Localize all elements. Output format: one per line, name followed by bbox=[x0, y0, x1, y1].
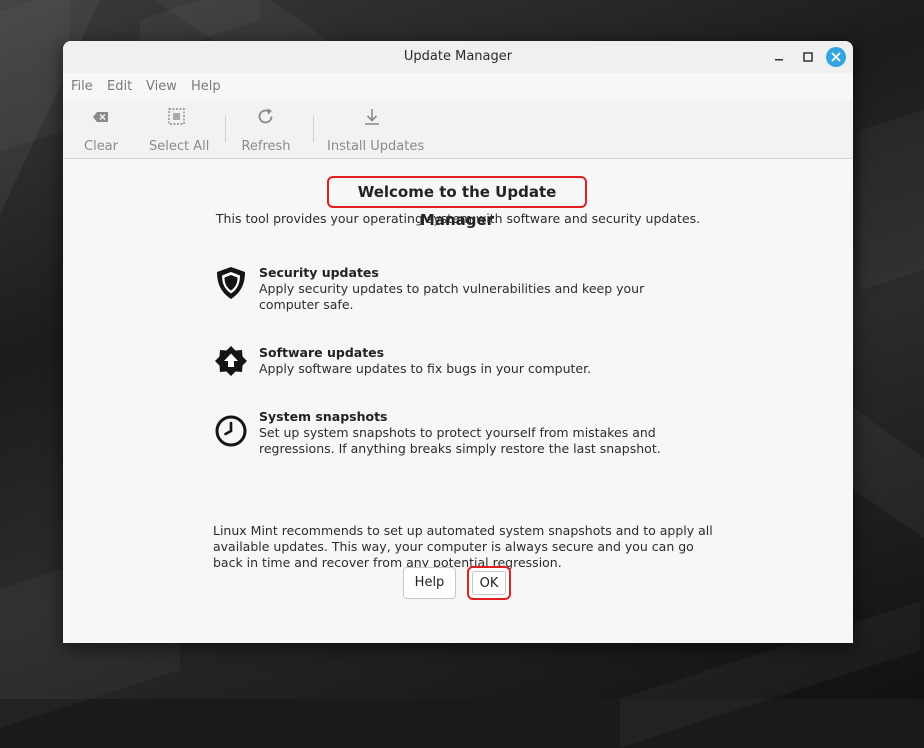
select-all-icon bbox=[168, 108, 185, 125]
clock-icon bbox=[215, 415, 247, 447]
recommendation-text: Linux Mint recommends to set up automate… bbox=[213, 523, 713, 570]
clear-button[interactable]: Clear bbox=[83, 107, 119, 154]
minimize-button[interactable] bbox=[770, 48, 788, 66]
feature-title: Security updates bbox=[259, 265, 379, 280]
feature-description: Apply security updates to patch vulnerab… bbox=[259, 281, 645, 312]
menu-bar: File Edit View Help bbox=[63, 77, 853, 97]
toolbar: Clear Select All Refresh Install Updates bbox=[63, 101, 853, 159]
menu-view[interactable]: View bbox=[146, 79, 177, 94]
install-updates-button[interactable]: Install Updates bbox=[327, 107, 425, 154]
feature-security: Security updates Apply security updates … bbox=[213, 265, 713, 313]
welcome-heading: Welcome to the Update Manager bbox=[327, 176, 587, 229]
refresh-button[interactable]: Refresh bbox=[241, 107, 291, 154]
feature-software: Software updates Apply software updates … bbox=[213, 345, 713, 385]
select-all-button[interactable]: Select All bbox=[149, 107, 210, 154]
menu-file[interactable]: File bbox=[71, 79, 93, 94]
maximize-button[interactable] bbox=[799, 48, 817, 66]
update-manager-window: Update Manager File Edit View Help Clear bbox=[63, 41, 853, 643]
minimize-icon bbox=[775, 59, 783, 61]
refresh-icon bbox=[258, 108, 273, 124]
close-button[interactable] bbox=[826, 47, 846, 67]
backspace-icon bbox=[93, 112, 108, 122]
toolbar-separator bbox=[313, 116, 314, 142]
feature-title: System snapshots bbox=[259, 409, 388, 424]
toolbar-separator bbox=[225, 116, 226, 142]
install-updates-label: Install Updates bbox=[327, 139, 425, 154]
feature-description: Set up system snapshots to protect yours… bbox=[259, 425, 661, 456]
download-icon bbox=[365, 109, 379, 125]
select-all-label: Select All bbox=[149, 139, 210, 154]
welcome-content: Welcome to the Update Manager This tool … bbox=[63, 159, 853, 643]
window-title: Update Manager bbox=[403, 49, 513, 64]
close-icon bbox=[831, 52, 841, 62]
maximize-icon bbox=[803, 52, 813, 62]
ok-button[interactable]: OK bbox=[467, 566, 511, 600]
feature-title: Software updates bbox=[259, 345, 385, 360]
help-button[interactable]: Help bbox=[403, 567, 456, 599]
shield-icon bbox=[217, 267, 245, 299]
menu-edit[interactable]: Edit bbox=[107, 79, 132, 94]
ok-button-label: OK bbox=[472, 571, 506, 595]
clear-label: Clear bbox=[84, 139, 118, 154]
feature-snapshots: System snapshots Set up system snapshots… bbox=[213, 409, 713, 457]
feature-description: Apply software updates to fix bugs in yo… bbox=[259, 361, 592, 376]
refresh-label: Refresh bbox=[241, 139, 291, 154]
menu-help[interactable]: Help bbox=[191, 79, 221, 94]
welcome-subtitle: This tool provides your operating system… bbox=[215, 211, 701, 226]
badge-upload-icon bbox=[215, 346, 247, 376]
title-bar[interactable]: Update Manager bbox=[63, 41, 853, 73]
